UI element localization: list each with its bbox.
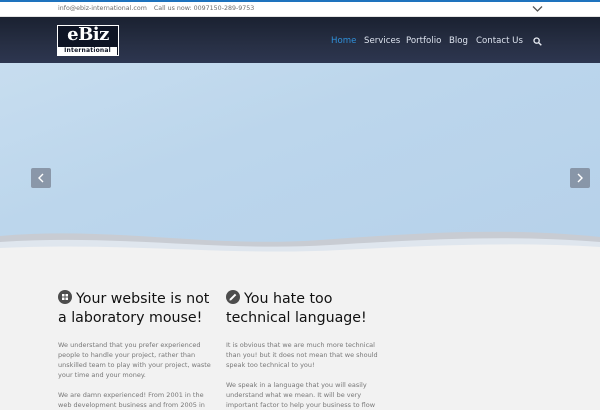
grid-icon bbox=[58, 290, 72, 304]
nav-item-home[interactable]: Home bbox=[331, 36, 356, 46]
search-icon[interactable] bbox=[533, 37, 542, 46]
chevron-right-icon bbox=[577, 173, 583, 183]
nav-item-portfolio[interactable]: Portfolio bbox=[406, 36, 441, 46]
feature-paragraph: We understand that you prefer experience… bbox=[58, 341, 211, 379]
features-section: Your website is not a laboratory mouse! … bbox=[0, 260, 600, 409]
feature-title-text: You hate too technical language! bbox=[226, 291, 367, 326]
hero-slider bbox=[0, 63, 600, 260]
feature-paragraph: It is obvious that we are much more tech… bbox=[226, 341, 378, 369]
contact-info: info@ebiz-international.com Call us now: … bbox=[58, 5, 254, 12]
nav-item-services[interactable]: Services bbox=[364, 36, 400, 46]
logo-subtitle: International bbox=[58, 47, 117, 55]
feature-paragraph: We are damn experienced! From 2001 in th… bbox=[58, 391, 205, 409]
nav-item-contact[interactable]: Contact Us bbox=[476, 36, 523, 46]
feature-title: You hate too technical language! bbox=[226, 290, 386, 328]
pencil-icon bbox=[226, 290, 240, 304]
feature-title: Your website is not a laboratory mouse! bbox=[58, 290, 218, 328]
chevron-left-icon bbox=[38, 173, 44, 183]
slider-prev-button[interactable] bbox=[31, 168, 51, 188]
feature-paragraph: We speak in a language that you will eas… bbox=[226, 381, 376, 409]
nav-item-blog[interactable]: Blog bbox=[449, 36, 468, 46]
site-logo[interactable]: eBiz International bbox=[57, 24, 119, 56]
top-bar: info@ebiz-international.com Call us now: … bbox=[0, 0, 600, 17]
site-header: eBiz International Home Services Portfol… bbox=[0, 17, 600, 63]
slider-wave-divider bbox=[0, 231, 600, 260]
feature-column: Your website is not a laboratory mouse! … bbox=[58, 290, 218, 410]
contact-email[interactable]: info@ebiz-international.com bbox=[58, 5, 147, 12]
contact-phone: Call us now: 0097150-289-9753 bbox=[153, 5, 255, 12]
logo-wordmark: eBiz bbox=[67, 24, 109, 45]
feature-column: You hate too technical language! It is o… bbox=[226, 290, 386, 410]
chevron-down-icon[interactable] bbox=[532, 4, 543, 14]
slider-next-button[interactable] bbox=[570, 168, 590, 188]
feature-title-text: Your website is not a laboratory mouse! bbox=[58, 291, 210, 326]
